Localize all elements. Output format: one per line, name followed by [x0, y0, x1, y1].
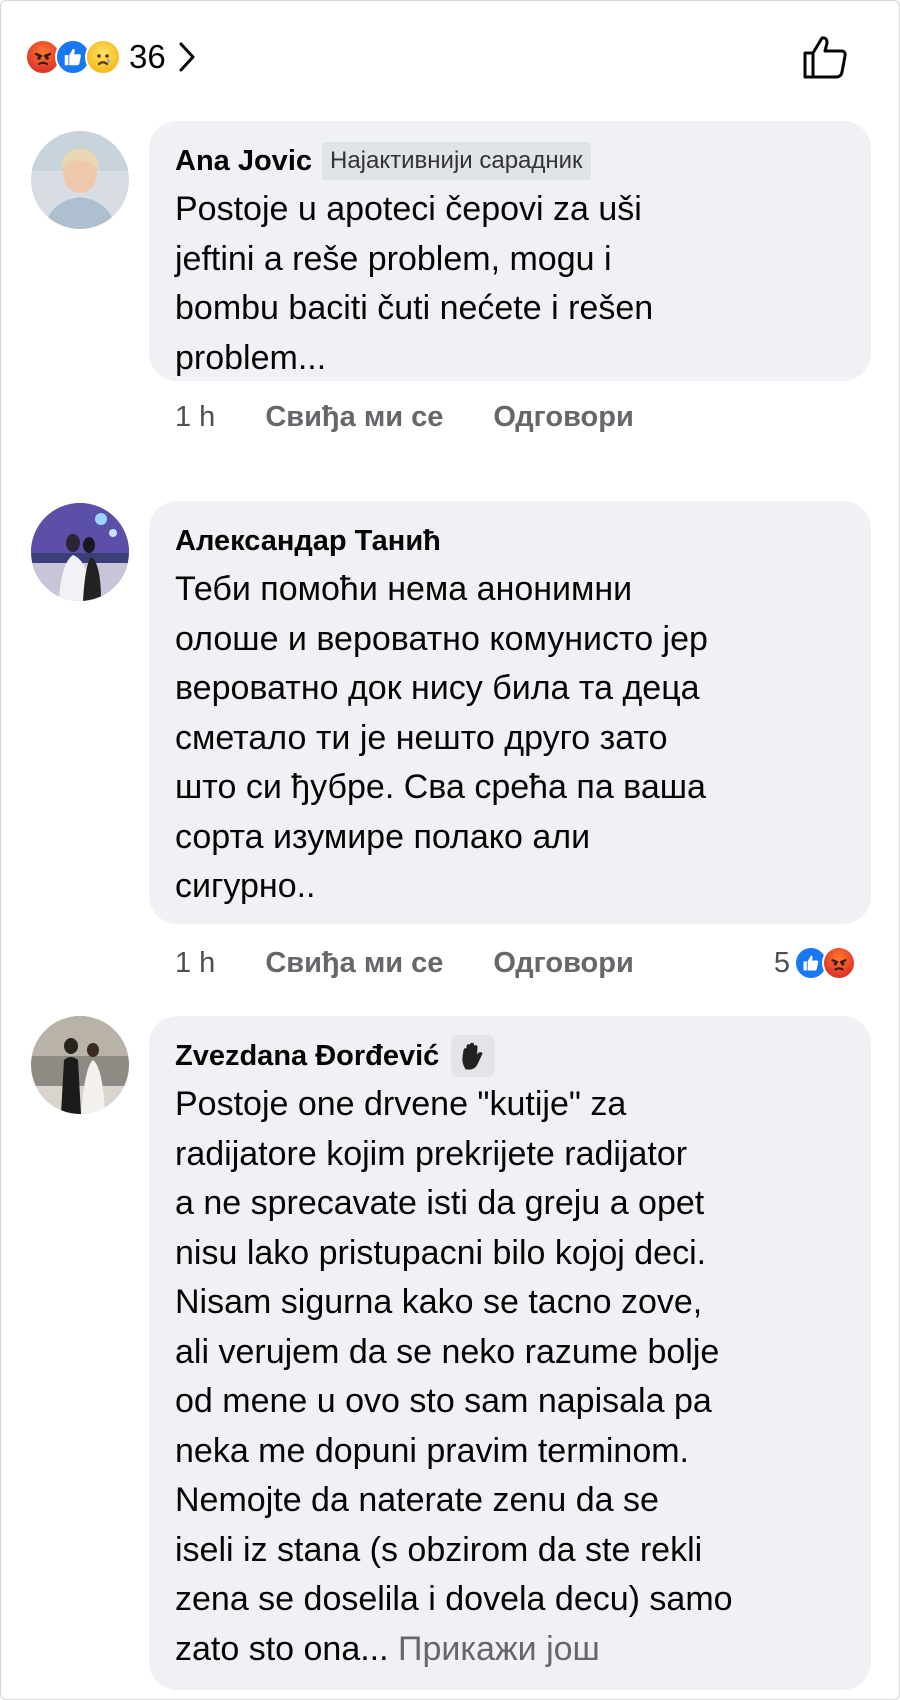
- comment-reply-button[interactable]: Одговори: [493, 401, 633, 434]
- comment-actions: 1 h Свиђа ми се Одговори: [175, 943, 634, 983]
- comment-timestamp[interactable]: 1 h: [175, 401, 215, 434]
- avatar[interactable]: [31, 131, 129, 229]
- comment-actions: 1 h Свиђа ми се Одговори: [175, 397, 634, 437]
- comment-reaction-count: 5: [773, 946, 790, 979]
- comment-text: Postoje one drvene "kutije" za radijator…: [175, 1080, 847, 1674]
- comment-like-button[interactable]: Свиђа ми се: [265, 947, 443, 980]
- comment-author[interactable]: Александар Танић: [175, 525, 441, 558]
- reaction-count: 36: [129, 38, 166, 75]
- comment-text: Postoje u apoteci čepovi za uši jeftini …: [175, 190, 654, 377]
- avatar[interactable]: [31, 1016, 129, 1114]
- chevron-right-icon: [179, 42, 195, 72]
- comments-panel: 36 Ana Jovic Најактивнији сарадник Posto…: [0, 0, 900, 1700]
- comment-author[interactable]: Zvezdana Đorđević: [175, 1040, 439, 1073]
- comment-like-button[interactable]: Свиђа ми се: [265, 401, 443, 434]
- comment-author[interactable]: Ana Jovic: [175, 145, 312, 178]
- comment-text: Теби помоћи нема анонимни олоше и верова…: [175, 570, 708, 905]
- sad-reaction-icon: [85, 39, 121, 75]
- thumbs-up-outline-icon[interactable]: [801, 33, 849, 81]
- waving-hand-icon: [451, 1035, 496, 1077]
- comment-timestamp[interactable]: 1 h: [175, 947, 215, 980]
- comment-bubble: Zvezdana Đorđević Postoje one drvene "ku…: [149, 1016, 871, 1690]
- angry-reaction-icon: [822, 946, 856, 980]
- post-reactions-summary[interactable]: 36: [25, 36, 196, 78]
- comment-reply-button[interactable]: Одговори: [493, 947, 633, 980]
- comment-bubble: Александар Танић Теби помоћи нема аноним…: [149, 501, 871, 924]
- see-more-link[interactable]: Прикажи још: [398, 1630, 600, 1668]
- avatar[interactable]: [31, 503, 129, 601]
- comment-reactions-summary[interactable]: 5: [774, 943, 856, 983]
- comment-text-body: Postoje one drvene "kutije" za radijator…: [175, 1085, 733, 1668]
- comment-bubble: Ana Jovic Најактивнији сарадник Postoje …: [149, 121, 871, 381]
- top-contributor-badge: Најактивнији сарадник: [322, 142, 591, 180]
